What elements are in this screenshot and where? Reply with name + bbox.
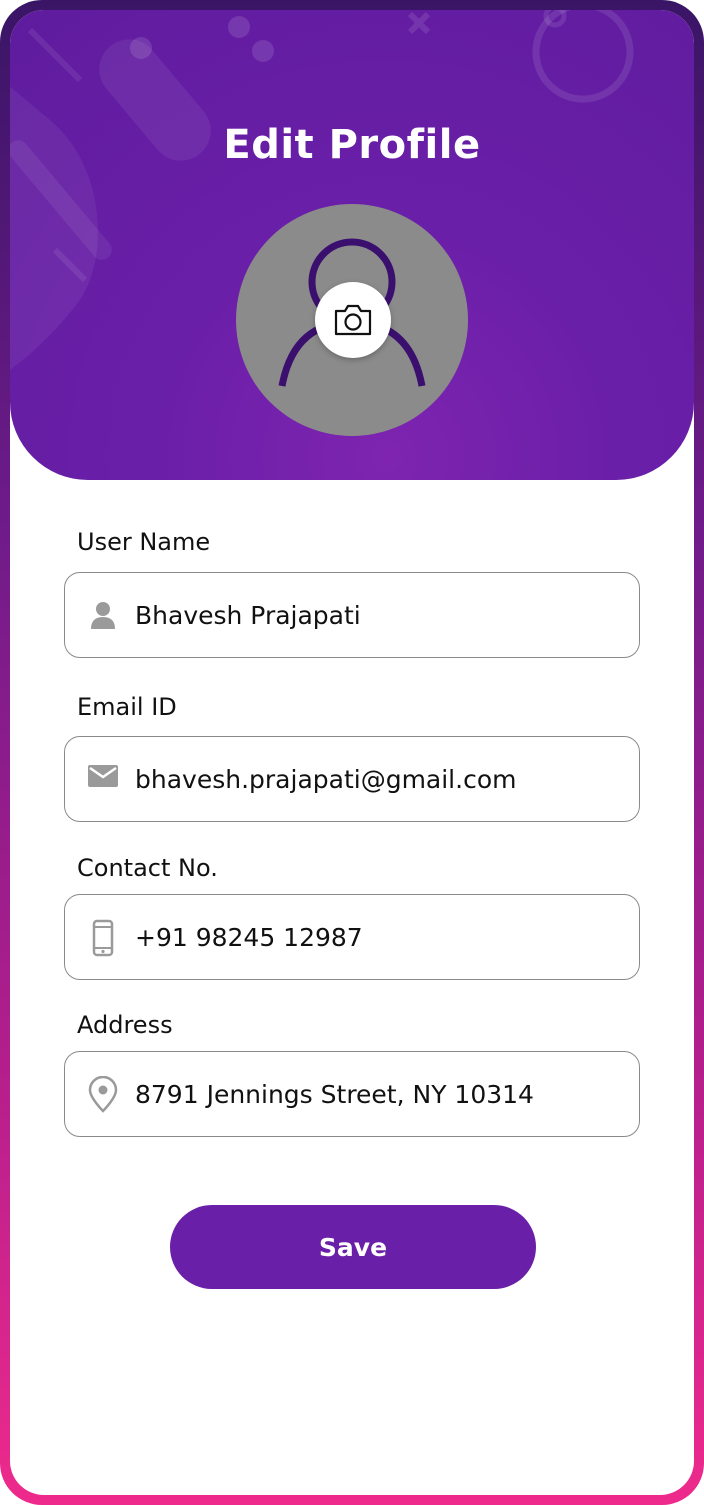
email-label: Email ID [77, 693, 177, 721]
change-photo-button[interactable] [315, 282, 391, 358]
device-frame: Edit Profile User Name Bhavesh Prajapati… [0, 0, 704, 1505]
location-pin-icon [88, 1076, 118, 1113]
username-field[interactable] [64, 572, 640, 658]
mail-icon [88, 765, 118, 787]
profile-header: Edit Profile [10, 10, 694, 480]
page-title: Edit Profile [223, 122, 481, 168]
email-field[interactable] [64, 736, 640, 822]
save-button[interactable]: Save [170, 1205, 536, 1289]
camera-icon [334, 304, 372, 336]
username-input[interactable] [135, 573, 625, 657]
address-input[interactable] [135, 1052, 625, 1136]
contact-label: Contact No. [77, 854, 218, 882]
screen: Edit Profile User Name Bhavesh Prajapati… [10, 10, 694, 1495]
person-icon [91, 602, 115, 629]
contact-input[interactable] [135, 895, 625, 979]
email-input[interactable] [135, 737, 625, 821]
username-label: User Name [77, 528, 211, 556]
phone-icon [92, 919, 114, 957]
address-field[interactable] [64, 1051, 640, 1137]
contact-field[interactable] [64, 894, 640, 980]
address-label: Address [77, 1011, 173, 1039]
